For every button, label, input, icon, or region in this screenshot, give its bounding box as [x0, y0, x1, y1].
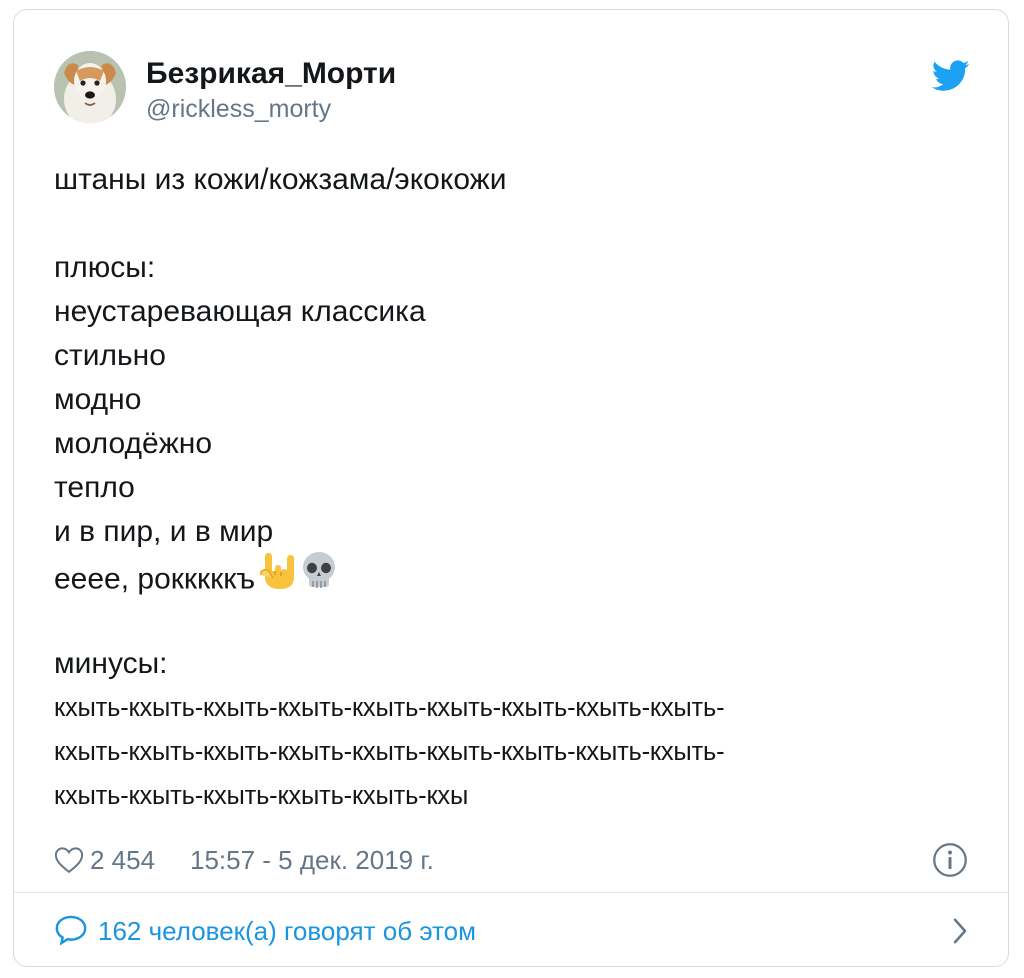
pros-item: молодёжно [54, 427, 213, 460]
pros-item: модно [54, 383, 142, 416]
display-name[interactable]: Безрикая_Морти [146, 56, 396, 92]
pros-item: тепло [54, 471, 135, 504]
cons-label: минусы: [54, 647, 168, 680]
cons-line: кхыть-кхыть-кхыть-кхыть-кхыть-кхы [54, 782, 469, 810]
tweet-meta: 2 454 15:57 - 5 дек. 2019 г. [54, 836, 970, 886]
cons-line: кхыть-кхыть-кхыть-кхыть-кхыть-кхыть-кхыт… [54, 694, 725, 722]
chevron-right-icon[interactable] [950, 916, 970, 946]
like-count: 2 454 [90, 845, 156, 875]
pros-label: плюсы: [54, 251, 156, 284]
info-icon[interactable] [932, 842, 968, 878]
tweet-timestamp[interactable]: 15:57 - 5 дек. 2019 г. [190, 842, 434, 878]
tweet-title-line: штаны из кожи/кожзама/экокожи [54, 163, 507, 196]
avatar[interactable] [54, 51, 126, 123]
tweet-header: Безрикая_Морти @rickless_morty [54, 48, 970, 128]
tweet-card: Безрикая_Морти @rickless_morty штаны из … [13, 9, 1009, 967]
skull-emoji-icon [301, 551, 337, 604]
heart-icon [54, 847, 84, 874]
sign-of-horns-emoji-icon [259, 551, 297, 604]
tweet-text: штаны из кожи/кожзама/экокожи плюсы: неу… [54, 158, 970, 818]
dog-avatar-icon [54, 51, 126, 123]
user-names[interactable]: Безрикая_Морти @rickless_morty [146, 56, 396, 126]
pros-item: неустаревающая классика [54, 295, 426, 328]
pros-item: ееее, рокккккъ [54, 562, 256, 596]
replies-count-text[interactable]: 162 человек(а) говорят об этом [98, 908, 476, 954]
cons-line: кхыть-кхыть-кхыть-кхыть-кхыть-кхыть-кхыт… [54, 738, 725, 766]
user-handle[interactable]: @rickless_morty [146, 92, 396, 126]
pros-item: и в пир, и в мир [54, 515, 274, 548]
pros-item: стильно [54, 339, 166, 372]
like-button[interactable]: 2 454 [54, 842, 155, 878]
speech-bubble-icon [55, 915, 87, 946]
divider [14, 892, 1008, 893]
twitter-bird-icon[interactable] [932, 60, 970, 92]
replies-link[interactable]: 162 человек(а) говорят об этом [54, 908, 970, 954]
pros-item-with-emoji: ееее, рокккккъ [54, 552, 970, 598]
